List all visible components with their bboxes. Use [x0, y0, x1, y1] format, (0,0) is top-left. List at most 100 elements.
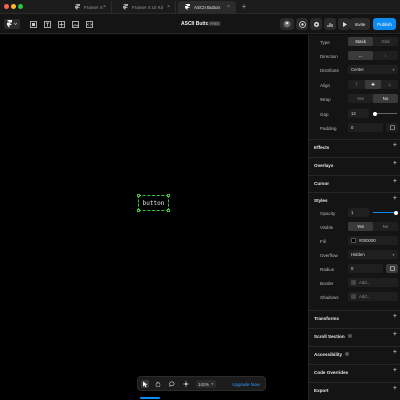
- publish-button[interactable]: Publish: [373, 18, 396, 30]
- new-tab-button[interactable]: +: [239, 1, 249, 13]
- tab-ascii-button[interactable]: ASCII Button ×: [178, 1, 236, 13]
- radius-mode-toggle[interactable]: [386, 264, 398, 273]
- shadows-row: Shadows Add...: [309, 292, 400, 302]
- align-row: Align ⊤ ✚ ⊥: [309, 80, 400, 90]
- add-icon[interactable]: +: [393, 178, 397, 185]
- direction-row: Direction ↔ ↕: [309, 51, 400, 61]
- close-tab-icon[interactable]: ×: [103, 4, 106, 10]
- fill-input[interactable]: #000000: [348, 236, 398, 245]
- fill-value: #000000: [359, 238, 376, 243]
- canvas[interactable]: button: [0, 35, 308, 400]
- direction-segmented-control: ↔ ↕: [348, 51, 398, 60]
- align-center-icon[interactable]: ✚: [364, 80, 382, 89]
- padding-mode-toggle[interactable]: [386, 123, 398, 132]
- info-icon[interactable]: [345, 352, 350, 357]
- framer-menu-button[interactable]: [4, 19, 20, 29]
- analytics-icon[interactable]: [324, 18, 336, 30]
- zoom-window-button[interactable]: [18, 4, 23, 9]
- type-row: Type Stack Grid: [309, 37, 400, 47]
- wrap-option-yes[interactable]: Yes: [348, 94, 373, 103]
- pointer-tool-icon[interactable]: [141, 380, 149, 388]
- wrap-option-no[interactable]: No: [373, 94, 398, 103]
- vertical-direction-icon[interactable]: ↕: [373, 51, 398, 60]
- info-icon[interactable]: [347, 334, 352, 339]
- gap-input[interactable]: 12: [348, 109, 369, 118]
- add-icon[interactable]: +: [393, 160, 397, 167]
- insert-text-icon[interactable]: [42, 19, 52, 29]
- shadows-input[interactable]: Add...: [348, 292, 398, 301]
- opacity-slider-knob[interactable]: [394, 210, 398, 215]
- tab-framer-x[interactable]: Framer X ×: [68, 1, 112, 13]
- padding-input[interactable]: 0: [348, 123, 383, 132]
- preview-icon[interactable]: [296, 18, 308, 30]
- upgrade-now-button[interactable]: Upgrade Now: [228, 379, 264, 389]
- invite-button[interactable]: Invite: [350, 18, 370, 30]
- export-section[interactable]: Export +: [309, 382, 400, 396]
- border-input[interactable]: Add...: [348, 278, 398, 287]
- play-icon[interactable]: [338, 18, 350, 30]
- resize-handle[interactable]: [167, 194, 170, 197]
- comment-tool-icon[interactable]: [168, 380, 176, 388]
- accessibility-section[interactable]: Accessibility +: [309, 346, 400, 360]
- code-overrides-section[interactable]: Code Overrides +: [309, 364, 400, 378]
- scroll-section-section[interactable]: Scroll Section +: [309, 328, 400, 342]
- styles-section[interactable]: Styles +: [309, 192, 400, 206]
- distribute-select[interactable]: Center ▼: [348, 65, 398, 74]
- visible-option-yes[interactable]: Yes: [348, 222, 373, 231]
- close-window-button[interactable]: [4, 4, 9, 9]
- avatar[interactable]: [280, 18, 294, 30]
- horizontal-direction-icon[interactable]: ↔: [348, 51, 373, 60]
- hand-tool-icon[interactable]: [154, 380, 162, 388]
- resize-handle[interactable]: [167, 209, 170, 212]
- close-tab-icon[interactable]: ×: [227, 4, 230, 10]
- fill-label: Fill: [320, 238, 326, 244]
- styles-title: Styles: [314, 197, 328, 203]
- cursor-section[interactable]: Cursor +: [309, 175, 400, 189]
- align-bottom-icon[interactable]: ⊥: [381, 80, 398, 89]
- type-option-stack[interactable]: Stack: [348, 37, 373, 46]
- add-icon[interactable]: +: [393, 349, 397, 356]
- settings-icon[interactable]: [310, 18, 322, 30]
- transforms-section[interactable]: Transforms +: [309, 310, 400, 324]
- gap-slider-knob[interactable]: [373, 111, 377, 116]
- insert-media-icon[interactable]: [70, 19, 80, 29]
- opacity-slider-track[interactable]: [373, 212, 396, 213]
- fill-color-swatch[interactable]: [351, 238, 356, 243]
- chevron-down-icon: ▼: [392, 67, 395, 72]
- resize-handle[interactable]: [137, 209, 140, 212]
- visible-segmented-control: Yes No: [348, 222, 398, 231]
- radius-input[interactable]: 0: [348, 264, 383, 273]
- add-icon[interactable]: +: [393, 331, 397, 338]
- add-icon[interactable]: +: [393, 367, 397, 374]
- effects-section[interactable]: Effects +: [309, 139, 400, 153]
- type-option-grid[interactable]: Grid: [373, 37, 398, 46]
- export-title: Export: [314, 387, 329, 393]
- resize-handle[interactable]: [137, 194, 140, 197]
- insert-component-icon[interactable]: [56, 19, 66, 29]
- radius-label: Radius: [320, 266, 335, 272]
- horizontal-scrollbar[interactable]: [140, 397, 160, 399]
- add-icon[interactable]: +: [393, 385, 397, 392]
- close-tab-icon[interactable]: ×: [167, 4, 170, 10]
- add-icon[interactable]: +: [393, 195, 397, 202]
- distribute-row: Distribute Center ▼: [309, 65, 400, 75]
- ascii-button-text: button: [142, 199, 165, 207]
- zoom-level-select[interactable]: 141% ▼: [196, 380, 216, 388]
- tab-framer-x-ui-kit[interactable]: Framer X UI Kit ×: [116, 1, 176, 13]
- minimize-window-button[interactable]: [11, 4, 16, 9]
- ascii-button-frame[interactable]: button: [137, 194, 170, 212]
- insert-frame-icon[interactable]: [28, 19, 38, 29]
- opacity-row: Opacity 1: [309, 208, 400, 218]
- visible-option-no[interactable]: No: [373, 222, 398, 231]
- gap-label: Gap: [320, 111, 329, 117]
- add-icon[interactable]: +: [393, 313, 397, 320]
- accessibility-label: Accessibility: [314, 351, 343, 357]
- border-value: Add...: [359, 280, 371, 285]
- zoom-fit-icon[interactable]: [182, 380, 190, 388]
- overlays-section[interactable]: Overlays +: [309, 157, 400, 171]
- add-icon[interactable]: +: [393, 142, 397, 149]
- align-top-icon[interactable]: ⊤: [348, 80, 365, 89]
- insert-code-icon[interactable]: [84, 19, 94, 29]
- overflow-select[interactable]: Hidden ▼: [348, 250, 398, 259]
- opacity-input[interactable]: 1: [348, 208, 369, 217]
